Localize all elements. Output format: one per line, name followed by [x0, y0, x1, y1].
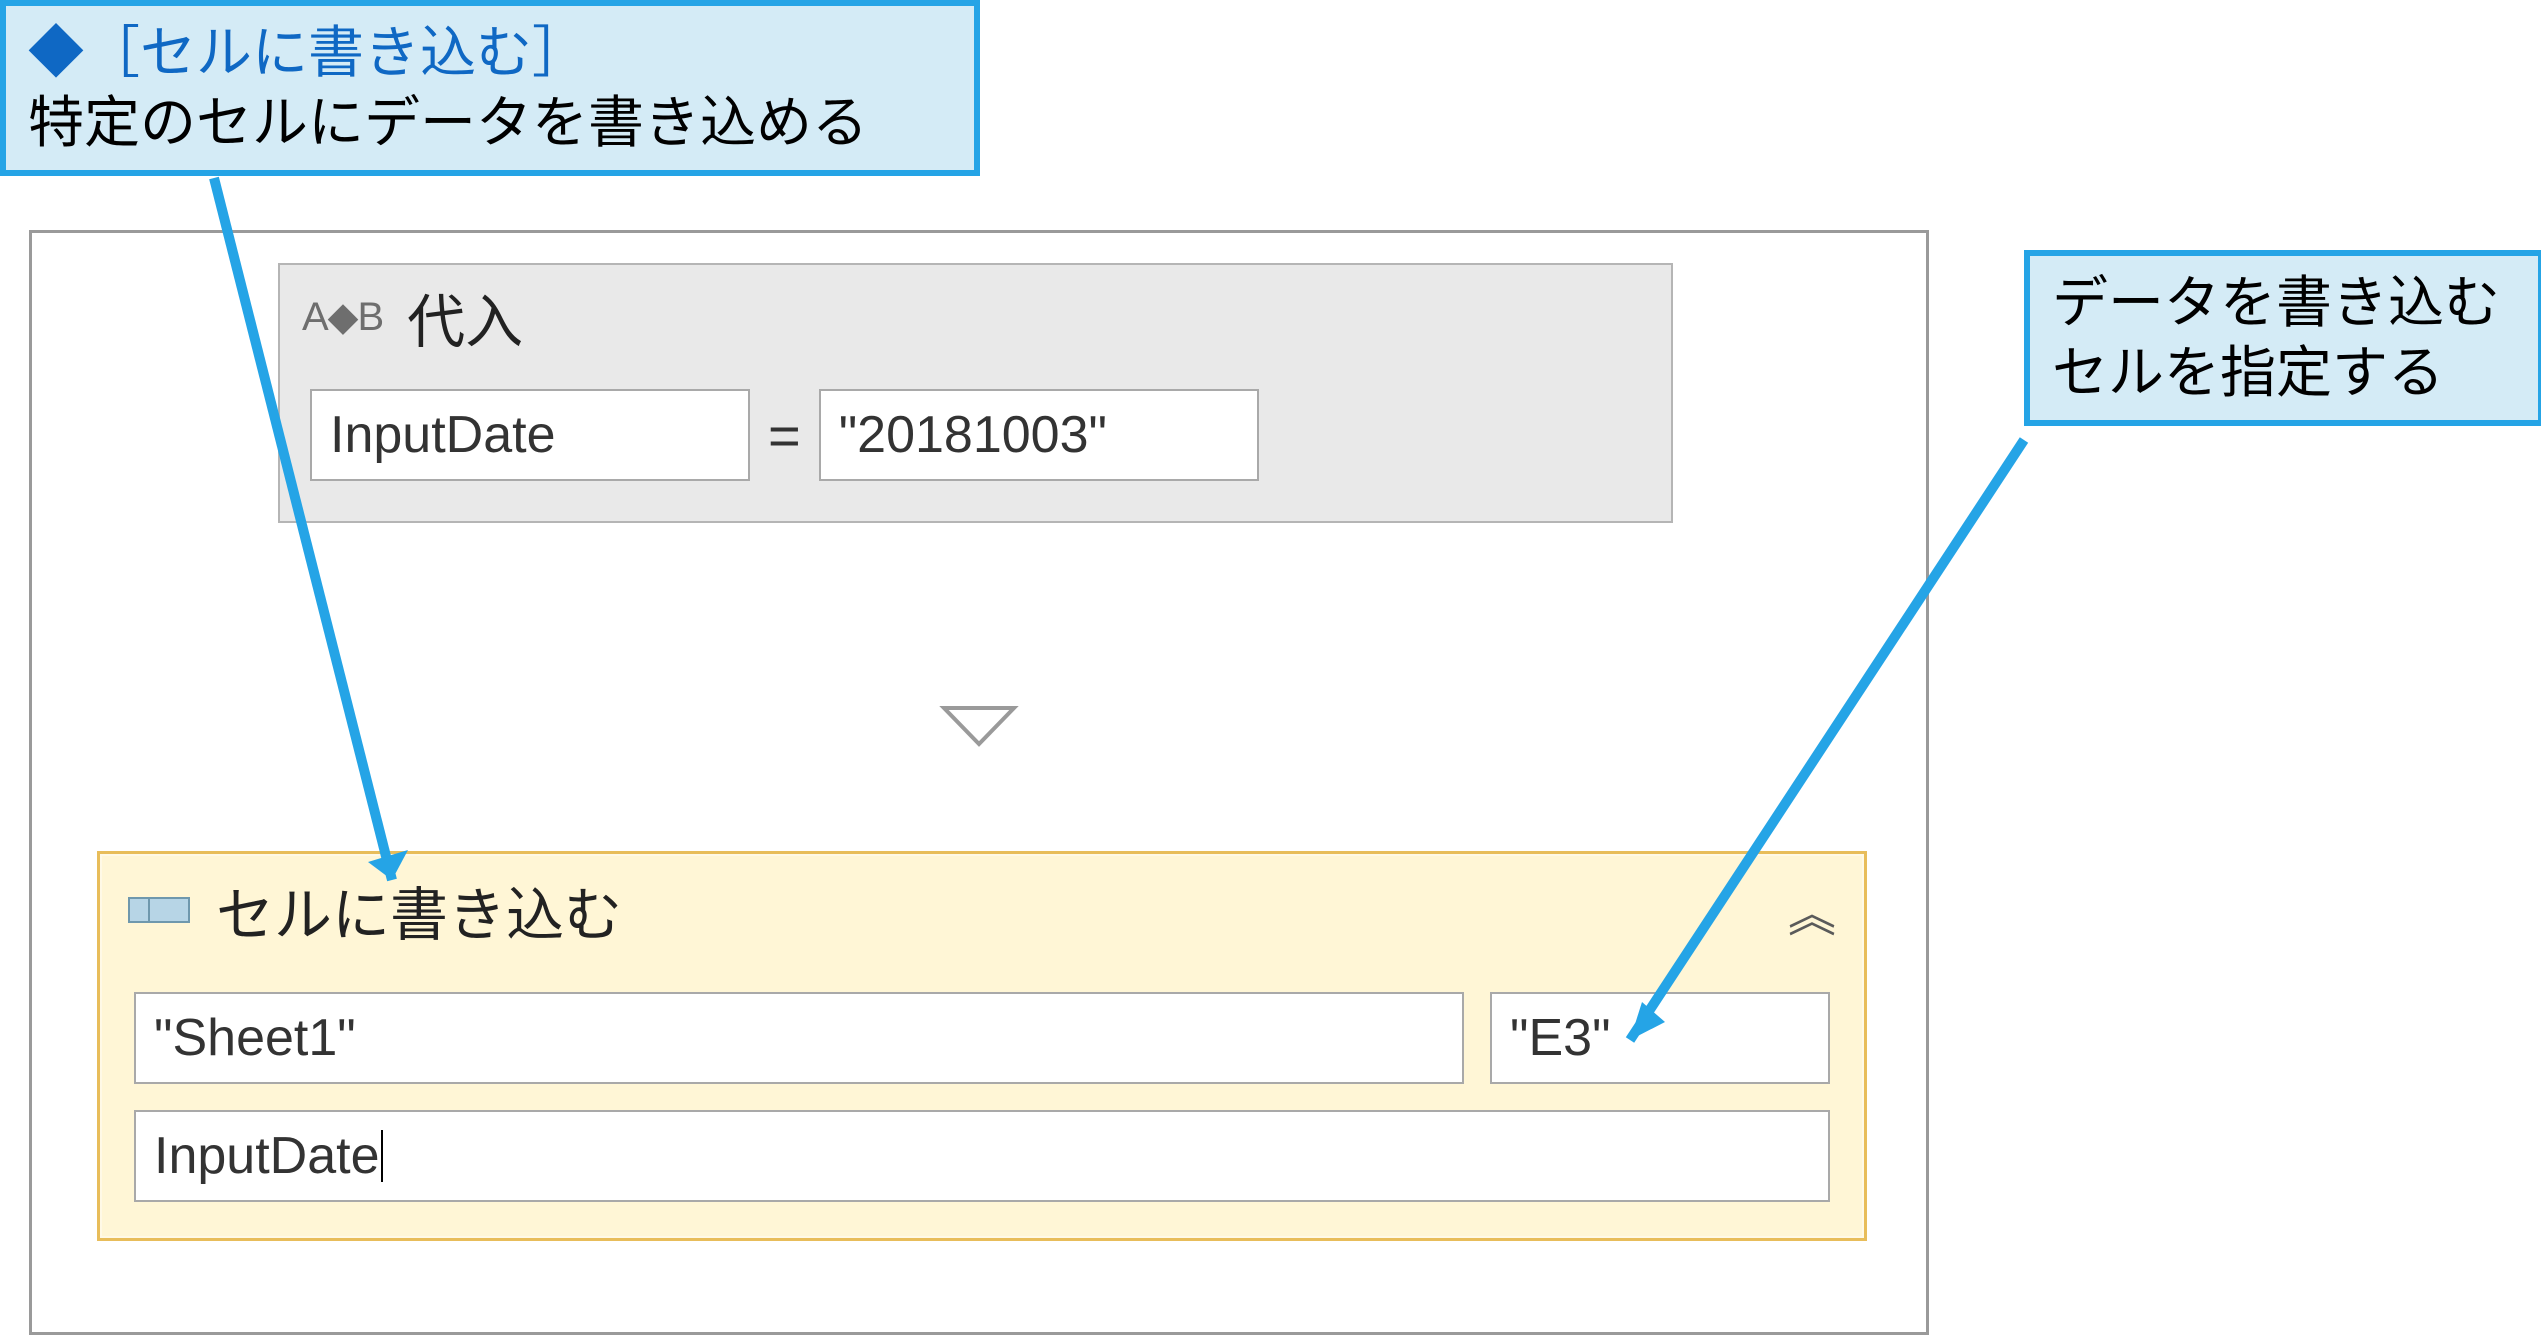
- write-cell-icon: [128, 897, 190, 923]
- write-cell-cell-input[interactable]: "E3": [1490, 992, 1830, 1084]
- assign-icon: A◆B: [302, 294, 383, 340]
- activity-assign-title: 代入: [407, 275, 523, 359]
- activity-write-cell-title: セルに書き込む: [216, 868, 622, 952]
- callout-right-line1: データを書き込む: [2052, 268, 2516, 338]
- callout-write-cell: ◆［セルに書き込む］ 特定のセルにデータを書き込める: [0, 0, 980, 176]
- activity-assign-body: InputDate = "20181003": [280, 365, 1671, 521]
- callout-body: 特定のセルにデータを書き込める: [28, 88, 952, 158]
- callout-specify-cell: データを書き込む セルを指定する: [2024, 250, 2541, 426]
- callout-right-line2: セルを指定する: [2052, 338, 2516, 408]
- workflow-panel: A◆B 代入 InputDate = "20181003" セルに書き込む ︽ …: [29, 230, 1929, 1335]
- assign-value-input[interactable]: "20181003": [819, 389, 1259, 481]
- text-cursor: [381, 1130, 383, 1182]
- equals-sign: =: [768, 403, 801, 468]
- flow-arrow-icon: [934, 698, 1024, 759]
- activity-write-cell[interactable]: セルに書き込む ︽ "Sheet1" "E3" InputDate: [97, 851, 1867, 1241]
- write-cell-value-input[interactable]: InputDate: [134, 1110, 1830, 1202]
- activity-assign-header: A◆B 代入: [280, 265, 1671, 365]
- callout-title: ◆［セルに書き込む］: [28, 18, 952, 88]
- write-cell-value-text: InputDate: [154, 1126, 380, 1186]
- activity-write-cell-header: セルに書き込む ︽: [100, 854, 1864, 966]
- activity-assign[interactable]: A◆B 代入 InputDate = "20181003": [278, 263, 1673, 523]
- assign-variable-input[interactable]: InputDate: [310, 389, 750, 481]
- activity-write-cell-body: "Sheet1" "E3" InputDate: [100, 966, 1864, 1238]
- write-cell-sheet-input[interactable]: "Sheet1": [134, 992, 1464, 1084]
- collapse-icon[interactable]: ︽: [1788, 875, 1836, 945]
